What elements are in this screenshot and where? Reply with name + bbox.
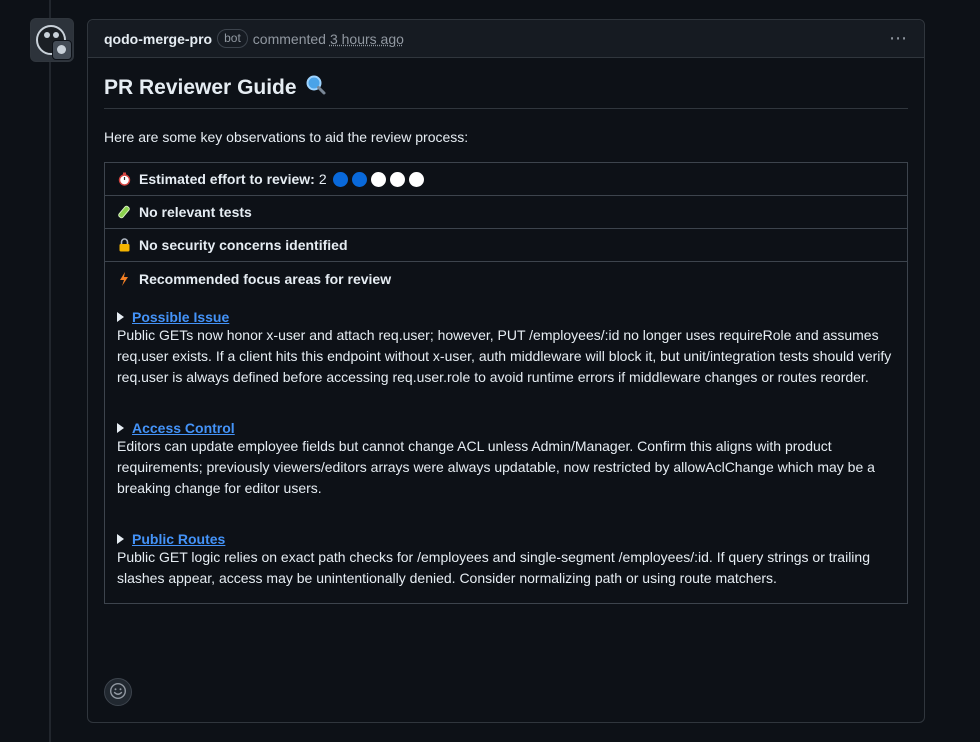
focus-item: Access Control Editors can update employ… bbox=[117, 420, 895, 499]
lock-icon bbox=[117, 238, 131, 252]
effort-row: Estimated effort to review: 2 bbox=[105, 163, 907, 196]
comment-card: qodo-merge-pro bot commented 3 hours ago… bbox=[87, 19, 925, 723]
test-tube-icon bbox=[117, 205, 131, 219]
page-title: PR Reviewer Guide bbox=[104, 74, 908, 109]
timestamp-link[interactable]: 3 hours ago bbox=[330, 31, 404, 47]
effort-label: Estimated effort to review: bbox=[139, 171, 315, 187]
stopwatch-icon bbox=[117, 172, 131, 186]
security-row: No security concerns identified bbox=[105, 229, 907, 262]
focus-item-summary[interactable]: Access Control bbox=[117, 420, 895, 436]
focus-item: Possible Issue Public GETs now honor x-u… bbox=[117, 309, 895, 388]
disclosure-triangle-icon[interactable] bbox=[117, 423, 124, 433]
focus-item-text: Public GETs now honor x-user and attach … bbox=[117, 327, 892, 385]
bot-badge: bot bbox=[217, 29, 248, 48]
focus-label: Recommended focus areas for review bbox=[139, 271, 392, 287]
focus-item-summary[interactable]: Possible Issue bbox=[117, 309, 895, 325]
comment-header: qodo-merge-pro bot commented 3 hours ago… bbox=[88, 20, 924, 58]
intro-text: Here are some key observations to aid th… bbox=[104, 129, 469, 145]
focus-item-link[interactable]: Possible Issue bbox=[132, 309, 229, 325]
review-table: Estimated effort to review: 2 No relevan… bbox=[104, 162, 908, 604]
title-text: PR Reviewer Guide bbox=[104, 76, 297, 99]
effort-dot-empty bbox=[389, 171, 405, 187]
effort-dot-filled bbox=[332, 171, 348, 187]
focus-item-link[interactable]: Public Routes bbox=[132, 531, 225, 547]
focus-section: Recommended focus areas for review Possi… bbox=[105, 262, 907, 603]
effort-value: 2 bbox=[318, 171, 327, 187]
add-reaction-button[interactable] bbox=[104, 678, 132, 706]
bot-avatar-badge bbox=[52, 40, 72, 60]
kebab-horizontal-icon[interactable]: ⋯ bbox=[889, 28, 908, 49]
effort-dot-empty bbox=[370, 171, 386, 187]
effort-dot-empty bbox=[408, 171, 424, 187]
comment-body: PR Reviewer Guide Here are some key obse… bbox=[88, 58, 924, 604]
focus-item-summary[interactable]: Public Routes bbox=[117, 531, 895, 547]
disclosure-triangle-icon[interactable] bbox=[117, 534, 124, 544]
security-label: No security concerns identified bbox=[139, 237, 348, 253]
tests-row: No relevant tests bbox=[105, 196, 907, 229]
magnifier-icon bbox=[305, 74, 327, 102]
tests-label: No relevant tests bbox=[139, 204, 252, 220]
focus-item-link[interactable]: Access Control bbox=[132, 420, 235, 436]
smiley-icon bbox=[109, 682, 127, 703]
focus-item-text: Public GET logic relies on exact path ch… bbox=[117, 549, 870, 586]
effort-dot-filled bbox=[351, 171, 367, 187]
author-link[interactable]: qodo-merge-pro bbox=[104, 31, 212, 47]
effort-dots bbox=[332, 171, 424, 187]
focus-item-text: Editors can update employee fields but c… bbox=[117, 438, 875, 496]
avatar[interactable] bbox=[30, 18, 74, 62]
lightning-icon bbox=[117, 272, 131, 286]
focus-item: Public Routes Public GET logic relies on… bbox=[117, 531, 895, 589]
disclosure-triangle-icon[interactable] bbox=[117, 312, 124, 322]
comment-action: commented bbox=[252, 30, 326, 47]
timeline-line bbox=[49, 0, 51, 742]
